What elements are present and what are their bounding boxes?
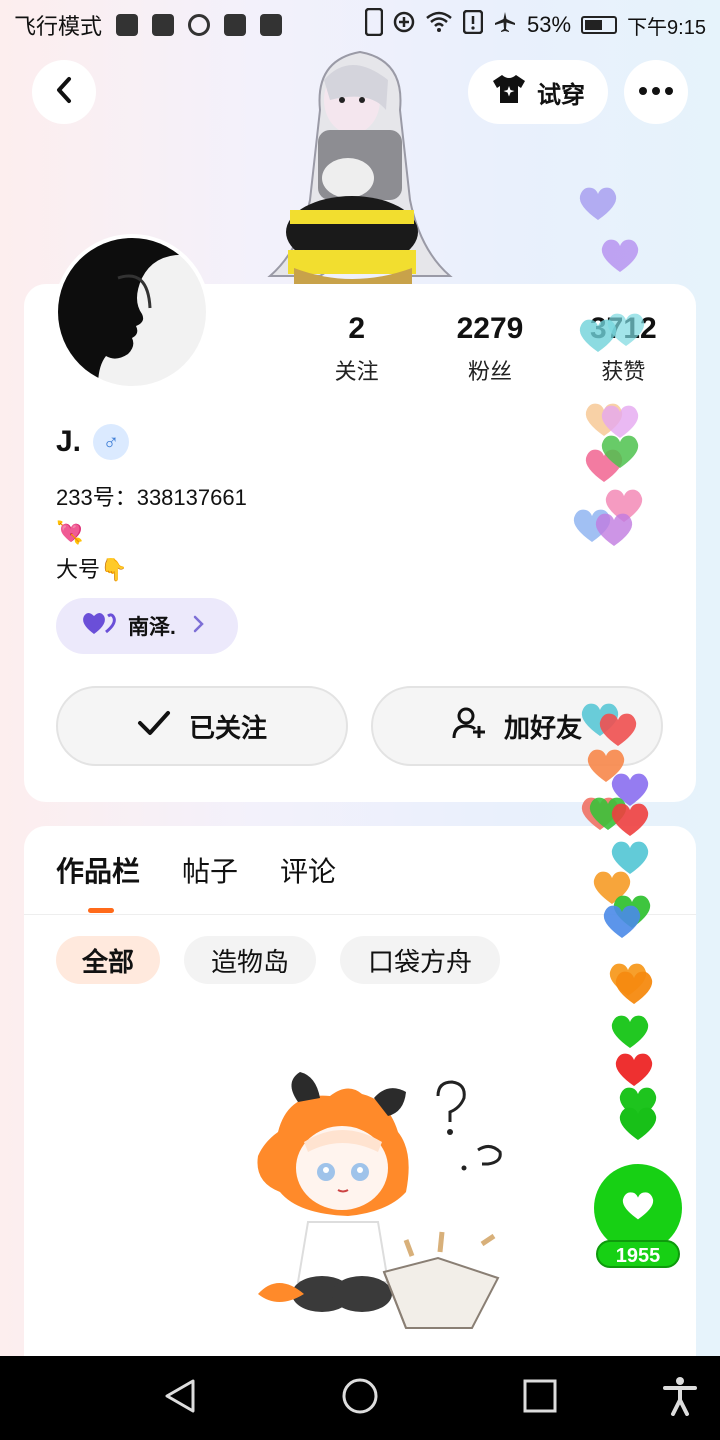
tab-works[interactable]: 作品栏 — [56, 850, 140, 890]
data-saver-icon — [393, 11, 415, 39]
stat-following[interactable]: 2 关注 — [290, 312, 423, 386]
chevron-right-icon — [192, 613, 204, 639]
heart-icon — [603, 905, 641, 938]
hotspot-icon — [188, 14, 211, 36]
filter-pocket-ark[interactable]: 口袋方舟 — [340, 936, 500, 984]
app-notification-icon — [116, 14, 139, 36]
following-button[interactable]: 已关注 — [56, 686, 348, 766]
add-friend-label: 加好友 — [503, 712, 582, 743]
content-tabs: 作品栏 帖子 评论 — [56, 850, 336, 890]
filter-all[interactable]: 全部 — [56, 936, 160, 984]
relationship-tag-label: 南泽. — [128, 616, 176, 639]
empty-state-mascot — [238, 1072, 518, 1340]
gallery-icon — [260, 14, 283, 36]
like-count: 1955 — [596, 1240, 680, 1268]
try-on-label: 试穿 — [537, 81, 585, 109]
following-label: 已关注 — [188, 712, 267, 743]
purple-hearts-icon — [82, 610, 116, 642]
sd-card-icon — [152, 14, 175, 36]
active-tab-indicator — [88, 908, 114, 913]
username: J. — [56, 425, 82, 458]
airplane-mode-label: 飞行模式 — [14, 14, 103, 39]
clock: 下午9:15 — [627, 16, 706, 39]
stat-fans-label: 粉丝 — [467, 359, 512, 384]
nav-recents-button[interactable] — [510, 1356, 570, 1440]
airplane-icon — [493, 10, 517, 40]
nav-home-button[interactable] — [330, 1356, 390, 1440]
stat-following-value: 2 — [348, 312, 365, 345]
circle-home-icon — [341, 1377, 379, 1420]
user-id[interactable]: 233号：338137661 — [56, 480, 247, 512]
more-button[interactable] — [624, 60, 688, 124]
stat-fans[interactable]: 2279 粉丝 — [423, 312, 556, 386]
heart-icon — [615, 971, 653, 1004]
accessibility-icon — [663, 1376, 697, 1421]
wifi-icon — [425, 11, 453, 39]
alert-icon — [462, 9, 484, 40]
relationship-tag[interactable]: 南泽. — [56, 598, 238, 654]
tab-posts[interactable]: 帖子 — [182, 850, 238, 890]
heart-icon — [601, 239, 639, 272]
heart-icon — [611, 803, 649, 836]
battery-percent: 53% — [527, 12, 572, 37]
heart-icon — [601, 435, 639, 468]
heart-icon — [619, 1107, 657, 1140]
try-on-button[interactable]: 试穿 — [468, 60, 608, 124]
heart-icon — [579, 187, 617, 220]
username-row: J. ♂ — [56, 424, 130, 460]
heart-icon — [607, 313, 645, 346]
like-button[interactable] — [594, 1164, 682, 1252]
heart-icon — [599, 713, 637, 746]
bio-text: 大号👇 — [56, 557, 128, 582]
nav-back-button[interactable] — [150, 1356, 210, 1440]
avatar-3d-character[interactable] — [260, 50, 460, 286]
status-bar: 飞行模式 53% 下午9:15 — [0, 0, 720, 50]
heart-icon — [615, 1053, 653, 1086]
more-horizontal-icon — [638, 83, 674, 101]
bio-heart-emoji: 💘 — [56, 520, 84, 545]
stat-fans-value: 2279 — [456, 312, 524, 345]
heart-icon — [595, 513, 633, 546]
male-gender-icon: ♂ — [93, 424, 130, 460]
battery-icon — [581, 16, 618, 34]
system-nav-bar — [0, 1356, 720, 1440]
filter-creation-island[interactable]: 造物岛 — [184, 936, 316, 984]
back-button[interactable] — [32, 60, 96, 124]
chevron-left-icon — [53, 76, 75, 109]
stat-likes-label: 获赞 — [601, 359, 646, 384]
tab-comments[interactable]: 评论 — [280, 850, 336, 890]
stat-following-label: 关注 — [334, 359, 379, 384]
heart-icon — [621, 1191, 655, 1226]
check-icon — [137, 710, 171, 743]
triangle-back-icon — [163, 1378, 197, 1419]
add-user-icon — [452, 706, 486, 747]
tab-divider — [24, 914, 696, 915]
square-recents-icon — [523, 1379, 557, 1418]
tshirt-icon — [491, 73, 527, 112]
heart-icon — [611, 1015, 649, 1048]
app-icon — [224, 14, 247, 36]
avatar[interactable] — [54, 234, 210, 390]
phone-icon — [364, 7, 384, 42]
accessibility-button[interactable] — [650, 1356, 710, 1440]
